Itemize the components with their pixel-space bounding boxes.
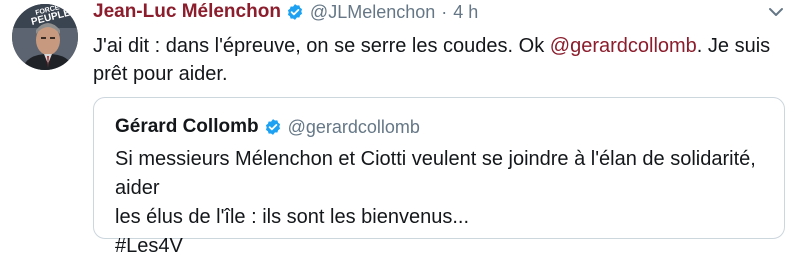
author-avatar[interactable]: FORCE DU PEUPLE (12, 4, 78, 70)
chevron-down-icon[interactable] (766, 4, 786, 20)
tweet-header: Jean-Luc Mélenchon @JLMelenchon · 4 h (93, 1, 478, 23)
tweet-text: J'ai dit : dans l'épreuve, on se serre l… (93, 32, 783, 88)
mention-link[interactable]: @gerardcollomb (550, 35, 697, 57)
author-name[interactable]: Jean-Luc Mélenchon (93, 1, 281, 23)
quoted-author-name: Gérard Collomb (115, 116, 259, 137)
header-separator: · (441, 1, 448, 22)
verified-badge-icon (264, 118, 282, 136)
quoted-tweet-text: Si messieurs Mélenchon et Ciotti veulent… (115, 145, 775, 261)
quoted-hashtag: #Les4V (115, 235, 183, 257)
tweet: FORCE DU PEUPLE Jean-Luc Mélenchon @JLMe… (0, 0, 800, 257)
verified-badge-icon (286, 3, 304, 21)
quoted-tweet[interactable]: Gérard Collomb @gerardcollomb Si messieu… (93, 97, 785, 257)
quoted-text-line1: Si messieurs Mélenchon et Ciotti veulent… (115, 148, 756, 199)
quoted-text-line2: les élus de l'île : ils sont les bienven… (115, 206, 470, 228)
tweet-timestamp[interactable]: 4 h (453, 2, 478, 23)
avatar-image: FORCE DU PEUPLE (12, 4, 78, 70)
quoted-author-handle: @gerardcollomb (287, 116, 420, 137)
quoted-tweet-header: Gérard Collomb @gerardcollomb (115, 116, 420, 138)
tweet-text-before: J'ai dit : dans l'épreuve, on se serre l… (93, 35, 550, 57)
author-handle[interactable]: @JLMelenchon (310, 2, 435, 23)
